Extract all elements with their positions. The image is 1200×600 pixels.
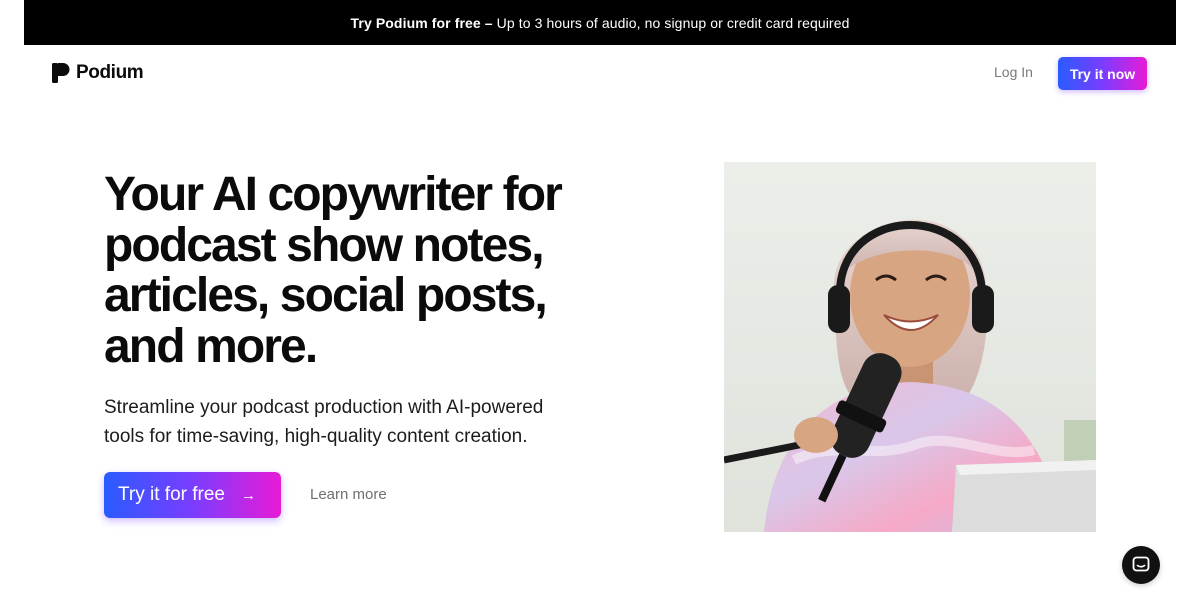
chat-widget-button[interactable]: [1122, 546, 1160, 584]
site-header: Podium Log In Try it now: [24, 45, 1176, 101]
announcement-bar[interactable]: Try Podium for free – Up to 3 hours of a…: [24, 0, 1176, 45]
hero-title: Your AI copywriter for podcast show note…: [104, 168, 563, 373]
try-it-for-free-button[interactable]: Try it for free →: [104, 472, 281, 518]
hero-subtitle: Streamline your podcast production with …: [104, 397, 544, 447]
arrow-right-icon: →: [240, 486, 256, 504]
announcement-bold: Try Podium for free –: [350, 14, 493, 31]
cta-label: Try it for free: [118, 484, 225, 505]
announcement-text: Up to 3 hours of audio, no signup or cre…: [496, 14, 850, 31]
chat-bubble-icon: [1132, 556, 1150, 572]
learn-more-link[interactable]: Learn more: [310, 486, 387, 503]
brand-name: Podium: [76, 62, 144, 83]
logo[interactable]: Podium: [52, 62, 144, 84]
try-now-button[interactable]: Try it now: [1058, 57, 1147, 90]
podcaster-photo: [724, 160, 1096, 532]
login-link[interactable]: Log In: [994, 64, 1033, 80]
page: Try Podium for free – Up to 3 hours of a…: [0, 0, 1200, 600]
podcaster-illustration: [724, 160, 1096, 532]
podium-logo-icon: [52, 63, 70, 83]
